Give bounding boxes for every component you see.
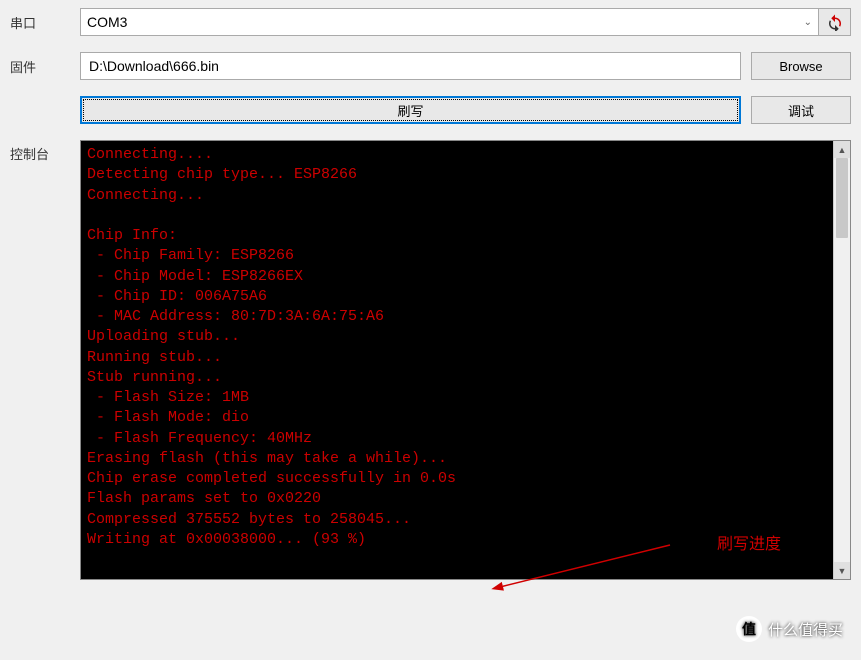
console-output: Connecting.... Detecting chip type... ES… — [81, 141, 833, 579]
serial-label: 串口 — [10, 13, 70, 32]
flash-button[interactable]: 刷写 — [80, 96, 741, 124]
scroll-track[interactable] — [834, 158, 850, 562]
watermark: 值 什么值得买 — [736, 616, 843, 642]
debug-button[interactable]: 调试 — [751, 96, 851, 124]
refresh-icon — [826, 13, 844, 31]
scroll-thumb[interactable] — [836, 158, 848, 238]
console-label: 控制台 — [10, 140, 70, 163]
refresh-button[interactable] — [819, 8, 851, 36]
watermark-text: 什么值得买 — [768, 619, 843, 640]
firmware-path-input[interactable] — [80, 52, 741, 80]
scroll-down-icon[interactable]: ▼ — [834, 562, 850, 579]
watermark-badge-icon: 值 — [736, 616, 762, 642]
serial-port-value: COM3 — [87, 14, 127, 30]
chevron-down-icon: ⌄ — [804, 17, 812, 28]
scroll-up-icon[interactable]: ▲ — [834, 141, 850, 158]
browse-button[interactable]: Browse — [751, 52, 851, 80]
firmware-label: 固件 — [10, 57, 70, 76]
console-scrollbar[interactable]: ▲ ▼ — [833, 141, 850, 579]
serial-port-combo[interactable]: COM3 ⌄ — [80, 8, 819, 36]
